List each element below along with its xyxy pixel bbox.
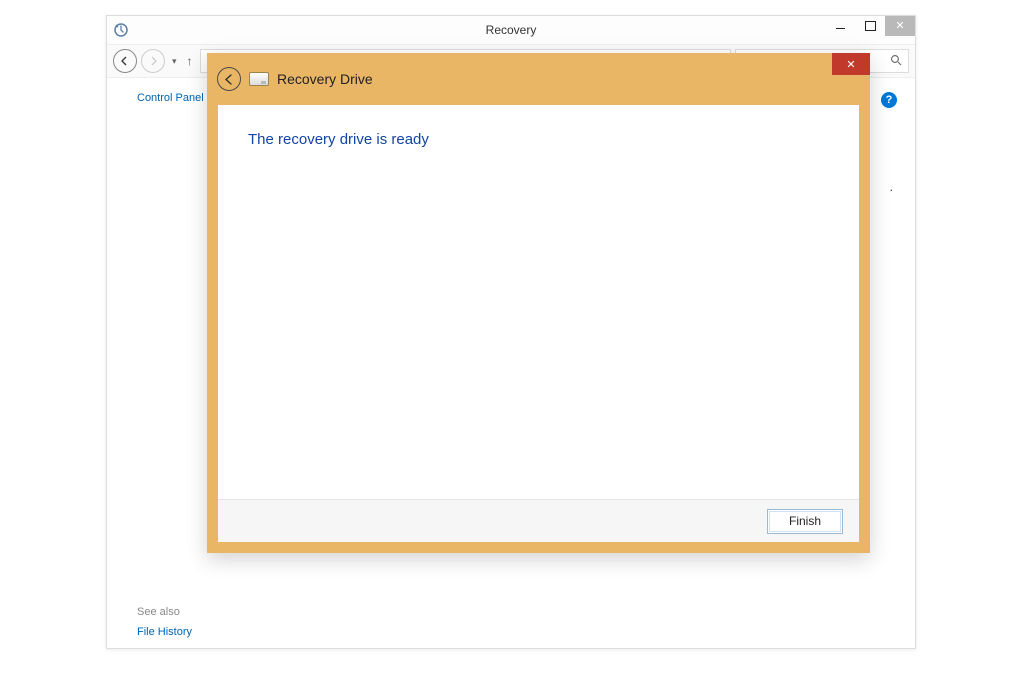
help-icon[interactable]: ? (881, 92, 897, 108)
wizard-titlebar: Recovery Drive ✕ (207, 53, 870, 105)
maximize-button[interactable] (855, 16, 885, 36)
close-button[interactable]: ✕ (885, 16, 915, 36)
wizard-title: Recovery Drive (277, 71, 373, 87)
see-also-label: See also (137, 606, 192, 618)
file-history-link[interactable]: File History (137, 626, 192, 638)
search-icon (890, 54, 902, 69)
titlebar: Recovery ✕ (107, 16, 915, 45)
wizard-heading: The recovery drive is ready (218, 105, 859, 148)
window-title: Recovery (107, 16, 915, 44)
drive-icon (249, 72, 269, 86)
recent-locations-dropdown[interactable]: ▾ (169, 56, 180, 67)
nav-forward-button[interactable] (141, 49, 165, 73)
finish-button[interactable]: Finish (767, 509, 843, 534)
nav-back-button[interactable] (113, 49, 137, 73)
caption-buttons: ✕ (825, 16, 915, 36)
recovery-drive-wizard: Recovery Drive ✕ The recovery drive is r… (207, 53, 870, 553)
close-icon: ✕ (846, 58, 855, 71)
up-one-level-button[interactable]: ↑ (184, 54, 196, 68)
wizard-content (218, 148, 859, 499)
wizard-footer: Finish (218, 499, 859, 542)
wizard-body: The recovery drive is ready Finish (218, 105, 859, 542)
wizard-back-button[interactable] (217, 67, 241, 91)
obscured-text-fragment: . (890, 180, 893, 194)
minimize-button[interactable] (825, 16, 855, 36)
see-also-section: See also File History (137, 606, 192, 638)
wizard-close-button[interactable]: ✕ (832, 53, 870, 75)
